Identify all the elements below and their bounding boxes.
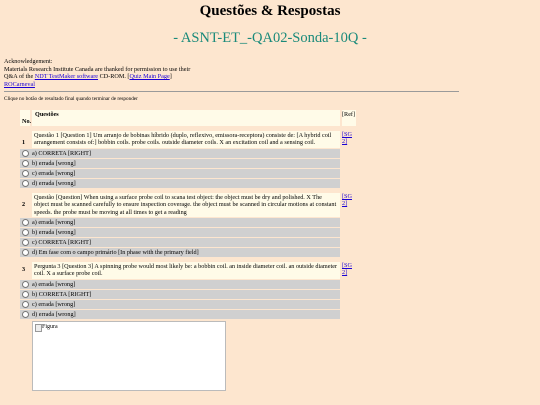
option-label: b) CORRETA [RIGHT] xyxy=(32,290,92,298)
option-label: c) errada [wrong] xyxy=(32,300,76,308)
answer-option[interactable]: b) errada [wrong] xyxy=(20,228,340,238)
radio-button[interactable] xyxy=(22,239,29,247)
option-label: d) Em fase com o campo primário [In phas… xyxy=(32,249,199,257)
radio-button[interactable] xyxy=(22,149,29,157)
radio-button[interactable] xyxy=(22,159,29,167)
radio-button[interactable] xyxy=(22,310,29,318)
ack-text: Materials Research Institute Canada are … xyxy=(4,65,191,73)
header-questions: Questões xyxy=(32,110,340,126)
divider xyxy=(4,91,459,92)
broken-image-icon xyxy=(35,323,42,332)
answer-option[interactable]: b) errada [wrong] xyxy=(20,158,340,168)
header-ref: [Ref] xyxy=(342,110,356,126)
radio-button[interactable] xyxy=(22,169,29,177)
radio-button[interactable] xyxy=(22,300,29,308)
ack-mid: CD-ROM. [ xyxy=(98,73,130,81)
radio-button[interactable] xyxy=(22,280,29,288)
question-text: Pergunta 3 [Question 3] A spinning probe… xyxy=(32,262,340,279)
question-text: Questão 1 [Question 1] Um arranjo de bob… xyxy=(32,131,340,148)
question-row: 1 Questão 1 [Question 1] Um arranjo de b… xyxy=(20,131,356,148)
question-number: 2 xyxy=(22,200,26,208)
page-title: Questões & Respostas xyxy=(199,3,341,19)
ack-prefix: Q&A of the xyxy=(4,73,35,81)
ack-suffix: ] xyxy=(169,73,172,81)
ack-heading: Acknowledgement: xyxy=(4,58,53,65)
answer-option[interactable]: a) errada [wrong] xyxy=(20,218,340,228)
answer-option[interactable]: c) errada [wrong] xyxy=(20,299,340,309)
radio-button[interactable] xyxy=(22,229,29,237)
acknowledgement: Acknowledgement: Materials Research Inst… xyxy=(4,58,304,88)
figure-row: Figura xyxy=(20,320,340,391)
option-label: b) errada [wrong] xyxy=(32,229,76,237)
question-number: 3 xyxy=(22,266,26,274)
answer-option[interactable]: a) CORRETA [RIGHT] xyxy=(20,148,340,158)
figure-image: Figura xyxy=(32,320,226,391)
rocarneval-link[interactable]: ROCarneval xyxy=(4,81,35,88)
header-no: No. xyxy=(20,110,31,126)
answer-option[interactable]: b) CORRETA [RIGHT] xyxy=(20,289,340,299)
ndt-testmaker-link[interactable]: NDT TestMaker software xyxy=(35,73,98,80)
question-number: 1 xyxy=(22,139,26,146)
radio-button[interactable] xyxy=(22,179,29,187)
option-label: d) errada [wrong] xyxy=(32,179,76,187)
option-label: c) errada [wrong] xyxy=(32,169,76,177)
questions-table: No. Questões [Ref] 1 Questão 1 [Question… xyxy=(20,110,356,391)
figure-alt-text: Figura xyxy=(42,323,58,330)
answer-option[interactable]: d) errada [wrong] xyxy=(20,178,340,188)
answer-option[interactable]: d) errada [wrong] xyxy=(20,309,340,319)
answer-option[interactable]: c) CORRETA [RIGHT] xyxy=(20,238,340,248)
answer-option[interactable]: d) Em fase com o campo primário [In phas… xyxy=(20,248,340,258)
ack-links-line: Q&A of the NDT TestMaker software CD-ROM… xyxy=(4,73,304,81)
question-row: 3 Pergunta 3 [Question 3] A spinning pro… xyxy=(20,262,356,279)
option-label: a) CORRETA [RIGHT] xyxy=(32,149,91,157)
question-ref-link[interactable]: [SG2] xyxy=(342,193,356,208)
instruction-text: Clique no botão de resultado final quand… xyxy=(4,96,138,102)
question-ref-link[interactable]: [SG2] xyxy=(342,131,356,146)
option-label: c) CORRETA [RIGHT] xyxy=(32,239,91,247)
radio-button[interactable] xyxy=(22,290,29,298)
option-label: b) errada [wrong] xyxy=(32,159,76,167)
page-subtitle: - ASNT-ET_-QA02-Sonda-10Q - xyxy=(173,30,367,46)
question-ref-link[interactable]: [SG2] xyxy=(342,262,356,277)
quiz-main-page-link[interactable]: Quiz Main Page xyxy=(130,73,170,80)
answer-option[interactable]: c) errada [wrong] xyxy=(20,168,340,178)
question-row: 2 Questão [Question] When using a surfac… xyxy=(20,192,356,218)
option-label: a) errada [wrong] xyxy=(32,280,76,288)
answer-option[interactable]: a) errada [wrong] xyxy=(20,279,340,289)
question-text: Questão [Question] When using a surface … xyxy=(32,192,340,218)
option-label: a) errada [wrong] xyxy=(32,219,76,227)
table-header: No. Questões [Ref] xyxy=(20,110,356,126)
radio-button[interactable] xyxy=(22,219,29,227)
option-label: d) errada [wrong] xyxy=(32,310,76,318)
radio-button[interactable] xyxy=(22,249,29,257)
